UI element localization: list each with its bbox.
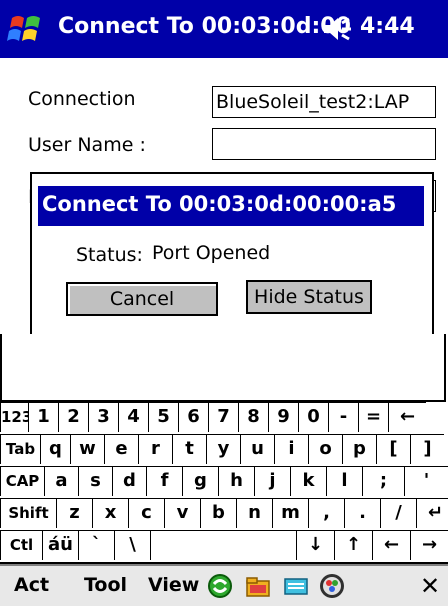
folder-icon[interactable] [244,572,272,600]
key-1[interactable]: z [56,498,92,528]
arrow-down-key[interactable]: ↓ [296,530,334,560]
menu-act[interactable]: Act [14,574,49,596]
key-1[interactable]: a [44,466,78,496]
key-12[interactable]: ] [410,434,444,464]
key-9[interactable]: o [308,434,342,464]
key-9[interactable]: l [326,466,362,496]
key-2[interactable]: w [70,434,104,464]
key-9[interactable]: . [344,498,380,528]
clock[interactable]: 4:44 [360,14,415,39]
enter-key[interactable]: ↵ [416,498,448,528]
key-3[interactable]: d [112,466,146,496]
hide-status-button[interactable]: Hide Status [246,280,372,314]
keyboard-row-4: Shift z x c v b n m,. / ↵ [0,498,448,528]
status-label: Status: [76,244,143,266]
key-3[interactable]: c [128,498,164,528]
arrow-left-key[interactable]: ← [372,530,410,560]
bluetooth-icon[interactable] [318,572,346,600]
accent-key[interactable]: áü [42,530,78,560]
key-3[interactable]: \ [114,530,150,560]
key-6[interactable]: 6 [178,402,208,432]
key-1[interactable]: q [40,434,70,464]
dialog-title: Connect To 00:03:0d:00:00:a5 [42,192,397,216]
windows-start-icon[interactable] [6,10,46,48]
key-7[interactable]: m [272,498,308,528]
ctrl-key[interactable]: Ctl [0,530,42,560]
key-11[interactable]: ' [404,466,448,496]
key-7[interactable]: j [254,466,290,496]
space-key[interactable] [150,530,296,560]
key-2[interactable]: 2 [58,402,88,432]
text-area[interactable] [0,334,446,402]
shift-key[interactable]: Shift [0,498,56,528]
speaker-icon[interactable] [320,14,354,44]
key-1[interactable]: 1 [28,402,58,432]
key-11[interactable]: [ [376,434,410,464]
key-3[interactable]: e [104,434,138,464]
caps-key[interactable]: CAP [0,466,44,496]
username-label: User Name : [28,134,146,156]
key-2[interactable]: x [92,498,128,528]
arrow-up-key[interactable]: ↑ [334,530,372,560]
keyboard-row-3: CAP a s d f g h j k l; ' [0,466,448,496]
key-4[interactable]: 4 [118,402,148,432]
keyboard-row-1: 1231234567890-=← [0,402,448,432]
cancel-button[interactable]: Cancel [66,282,218,316]
connection-label: Connection [28,88,136,110]
key-7[interactable]: u [240,434,274,464]
key-7[interactable]: 7 [208,402,238,432]
username-field[interactable] [212,128,436,160]
key-6[interactable]: h [218,466,254,496]
key-6[interactable]: y [206,434,240,464]
dialog-title-bar: Connect To 00:03:0d:00:00:a5 [38,186,424,226]
key-8[interactable]: 8 [238,402,268,432]
key-3[interactable]: 3 [88,402,118,432]
key-4[interactable]: f [146,466,182,496]
key-12[interactable]: = [358,402,388,432]
key-8[interactable]: k [290,466,326,496]
key-2[interactable]: s [78,466,112,496]
key-5[interactable]: g [182,466,218,496]
key-5[interactable]: b [200,498,236,528]
connection-field[interactable]: BlueSoleil_test2:LAP [212,86,436,118]
tab-key[interactable]: Tab [0,434,40,464]
numeric-key[interactable]: 123 [0,402,28,432]
key-9[interactable]: 9 [268,402,298,432]
keyboard-icon[interactable] [282,572,310,600]
key-2[interactable]: ` [78,530,114,560]
close-icon[interactable]: ✕ [420,572,440,600]
key-6[interactable]: n [236,498,272,528]
connect-dialog: Connect To 00:03:0d:00:00:a5 Status: Por… [30,172,434,340]
key-10[interactable]: ; [362,466,404,496]
key-8[interactable]: , [308,498,344,528]
key-4[interactable]: v [164,498,200,528]
key-11[interactable]: - [328,402,358,432]
backspace-key[interactable]: ← [388,402,426,432]
window-title: Connect To 00:03:0d:00 [58,14,351,39]
title-bar: Connect To 00:03:0d:00 4:44 [0,0,448,58]
arrow-right-key[interactable]: → [410,530,448,560]
status-value: Port Opened [152,242,271,264]
keyboard-row-2: Tab q w e r t y u i o p[] [0,434,448,464]
key-4[interactable]: r [138,434,172,464]
key-5[interactable]: 5 [148,402,178,432]
menu-bar: Act Tool View ✕ [0,564,448,606]
key-10[interactable]: 0 [298,402,328,432]
keyboard-row-5: Ctl áü ` \ ↓ ↑ ← → [0,530,448,560]
key-10[interactable]: p [342,434,376,464]
key-5[interactable]: t [172,434,206,464]
menu-tool[interactable]: Tool [84,574,127,596]
soft-keyboard: 1231234567890-=← Tabqwertyuiop[] CAPasdf… [0,402,448,562]
menu-view[interactable]: View [148,574,199,596]
key-10[interactable]: / [380,498,416,528]
sync-icon[interactable] [206,572,234,600]
key-8[interactable]: i [274,434,308,464]
